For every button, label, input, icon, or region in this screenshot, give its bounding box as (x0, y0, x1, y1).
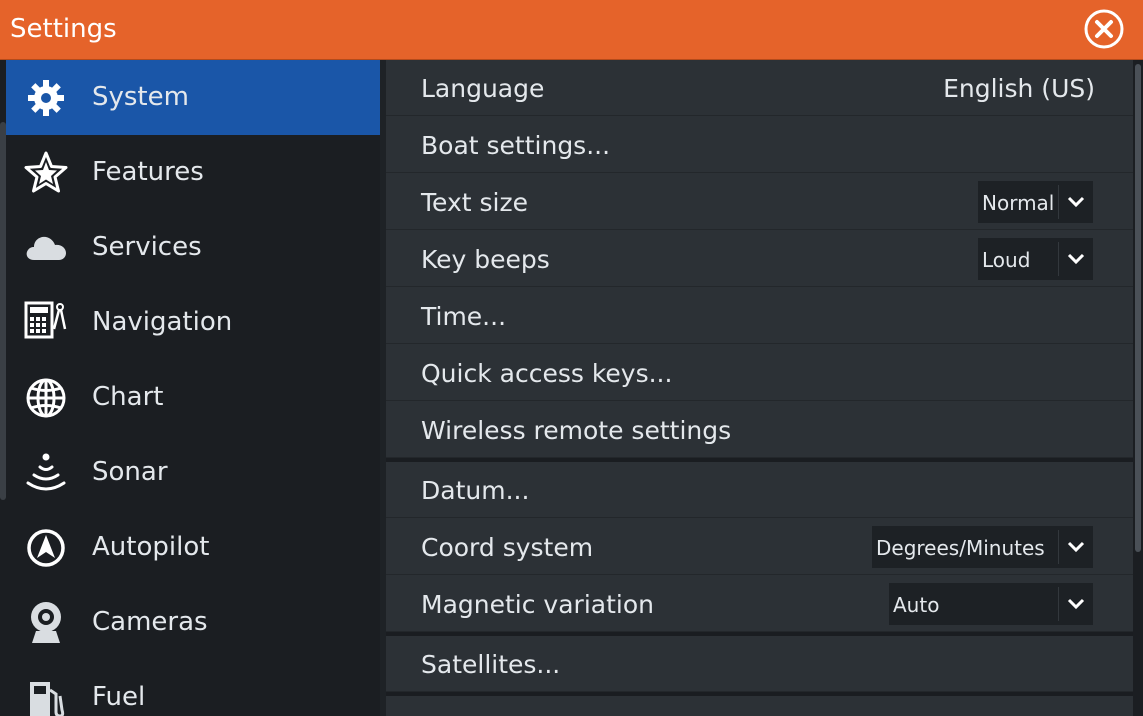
quick-access-keys-label: Quick access keys... (421, 359, 673, 388)
text-size-label: Text size (421, 188, 528, 217)
key-beeps-value: Loud (982, 248, 1031, 272)
sidebar-item-label: Chart (92, 382, 164, 412)
key-beeps-row: Key beeps Loud (386, 231, 1133, 287)
coord-system-row: Coord system Degrees/Minutes (386, 519, 1133, 575)
boat-settings-label: Boat settings... (421, 131, 611, 160)
sidebar-item-chart[interactable]: Chart (6, 360, 380, 435)
wireless-remote-row[interactable]: Wireless remote settings (386, 402, 1133, 458)
sidebar-item-system[interactable]: System (6, 60, 380, 135)
calculator-compass-icon (22, 299, 70, 347)
boat-settings-row[interactable]: Boat settings... (386, 117, 1133, 173)
chevron-down-icon (1067, 541, 1085, 553)
key-beeps-dropdown[interactable]: Loud (978, 238, 1093, 280)
time-label: Time... (421, 302, 507, 331)
text-size-row: Text size Normal (386, 174, 1133, 230)
coord-system-label: Coord system (421, 533, 594, 562)
sidebar-item-navigation[interactable]: Navigation (6, 285, 380, 360)
magnetic-variation-value: Auto (893, 593, 940, 617)
magnetic-variation-dropdown[interactable]: Auto (889, 583, 1093, 625)
group-divider (386, 692, 1133, 696)
sidebar-item-label: Cameras (92, 607, 208, 637)
close-circle-icon (1084, 9, 1124, 49)
sidebar-item-label: Sonar (92, 457, 168, 487)
sonar-icon (22, 449, 70, 497)
coord-system-dropdown[interactable]: Degrees/Minutes (872, 526, 1093, 568)
sidebar-item-label: Autopilot (92, 532, 210, 562)
globe-icon (22, 374, 70, 422)
chevron-down-icon (1067, 253, 1085, 265)
scroll-thumb[interactable] (1135, 64, 1141, 552)
sidebar-item-sonar[interactable]: Sonar (6, 435, 380, 510)
cloud-icon (22, 224, 70, 272)
text-size-dropdown[interactable]: Normal (978, 181, 1093, 223)
language-row[interactable]: Language English (US) (386, 60, 1133, 116)
star-icon (22, 149, 70, 197)
chevron-down-icon (1067, 598, 1085, 610)
chevron-down-icon (1067, 196, 1085, 208)
satellites-row[interactable]: Satellites... (386, 636, 1133, 692)
sidebar-item-cameras[interactable]: Cameras (6, 585, 380, 660)
fuel-pump-icon (22, 674, 70, 716)
time-row[interactable]: Time... (386, 288, 1133, 344)
satellites-label: Satellites... (421, 650, 561, 679)
sidebar-item-services[interactable]: Services (6, 210, 380, 285)
sidebar-item-fuel[interactable]: Fuel (6, 660, 380, 716)
sidebar-item-autopilot[interactable]: Autopilot (6, 510, 380, 585)
language-value: English (US) (943, 74, 1095, 103)
magnetic-variation-row: Magnetic variation Auto (386, 576, 1133, 632)
coord-system-value: Degrees/Minutes (876, 536, 1045, 560)
wireless-remote-label: Wireless remote settings (421, 416, 732, 445)
quick-access-keys-row[interactable]: Quick access keys... (386, 345, 1133, 401)
sidebar-item-label: Navigation (92, 307, 233, 337)
sidebar-item-label: Features (92, 157, 204, 187)
sidebar-item-label: Fuel (92, 682, 146, 712)
language-label: Language (421, 74, 545, 103)
magnetic-variation-label: Magnetic variation (421, 590, 654, 619)
title-bar: Settings (0, 0, 1143, 60)
key-beeps-label: Key beeps (421, 245, 550, 274)
gear-icon (22, 74, 70, 122)
sidebar-item-label: System (92, 82, 189, 112)
close-button[interactable] (1083, 8, 1125, 50)
datum-label: Datum... (421, 476, 530, 505)
camera-icon (22, 599, 70, 647)
sidebar-item-features[interactable]: Features (6, 135, 380, 210)
datum-row[interactable]: Datum... (386, 462, 1133, 518)
window-title: Settings (10, 14, 117, 44)
text-size-value: Normal (982, 191, 1055, 215)
sidebar: System Features Services Navigation Char… (0, 60, 380, 716)
autopilot-icon (22, 524, 70, 572)
sidebar-item-label: Services (92, 232, 202, 262)
settings-panel: Language English (US) Boat settings... T… (386, 60, 1133, 716)
settings-scrollbar[interactable] (1133, 60, 1143, 716)
